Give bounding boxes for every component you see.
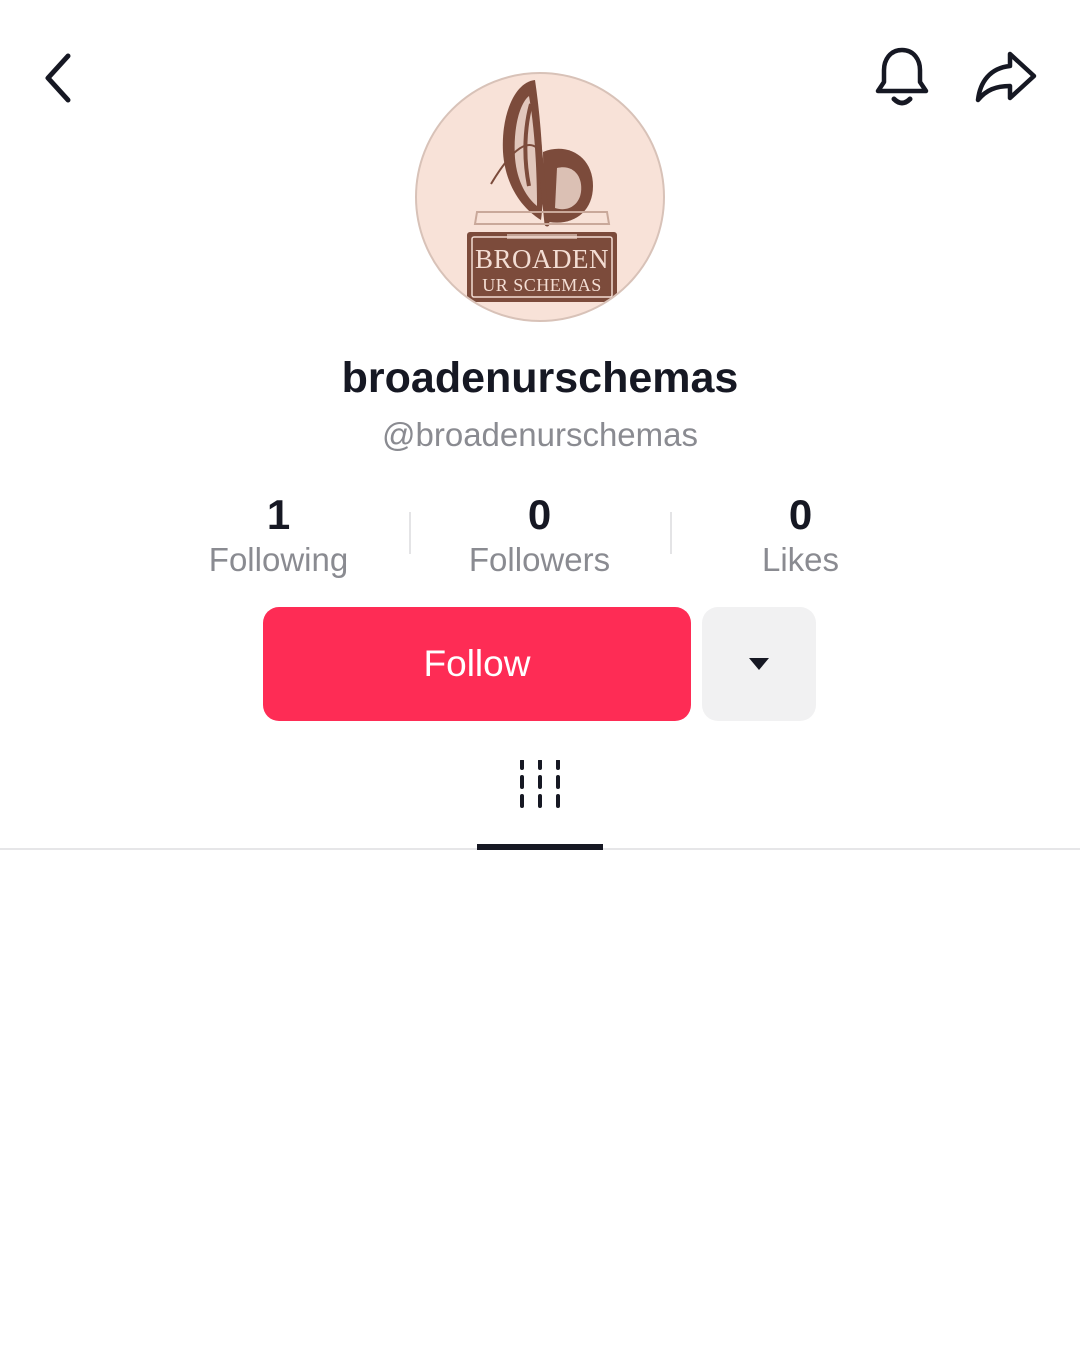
follow-button[interactable]: Follow xyxy=(263,607,691,721)
stat-following-label: Following xyxy=(208,541,349,578)
share-arrow-icon xyxy=(975,51,1037,103)
stat-likes-count: 0 xyxy=(788,491,813,538)
avatar-logo-line1: BROADEN xyxy=(474,244,609,274)
video-grid-icon xyxy=(520,760,560,808)
bell-icon xyxy=(875,47,929,106)
chevron-left-icon xyxy=(45,53,71,103)
stat-likes[interactable]: 0 Likes xyxy=(670,490,931,590)
notification-bell-button[interactable] xyxy=(866,40,938,112)
avatar-logo-line2: UR SCHEMAS xyxy=(482,275,602,295)
profile-stats: 1 Following 0 Followers 0 Likes xyxy=(148,490,932,590)
stat-divider xyxy=(409,512,411,554)
stat-following[interactable]: 1 Following xyxy=(148,490,409,590)
tab-active-indicator xyxy=(477,844,603,850)
share-button[interactable] xyxy=(970,40,1042,112)
tab-videos[interactable] xyxy=(477,760,603,850)
stat-divider xyxy=(670,512,672,554)
profile-handle: @broadenurschemas xyxy=(382,416,698,453)
profile-display-name: broadenurschemas xyxy=(341,354,739,402)
profile-avatar[interactable]: BROADEN UR SCHEMAS xyxy=(415,72,665,322)
suggested-accounts-dropdown-button[interactable] xyxy=(702,607,816,721)
stat-following-count: 1 xyxy=(266,491,291,538)
stat-followers-label: Followers xyxy=(468,541,611,578)
stat-followers-count: 0 xyxy=(527,491,552,538)
back-button[interactable] xyxy=(22,42,94,114)
stat-followers[interactable]: 0 Followers xyxy=(409,490,670,590)
caret-down-icon xyxy=(749,658,769,670)
stat-likes-label: Likes xyxy=(761,541,840,578)
